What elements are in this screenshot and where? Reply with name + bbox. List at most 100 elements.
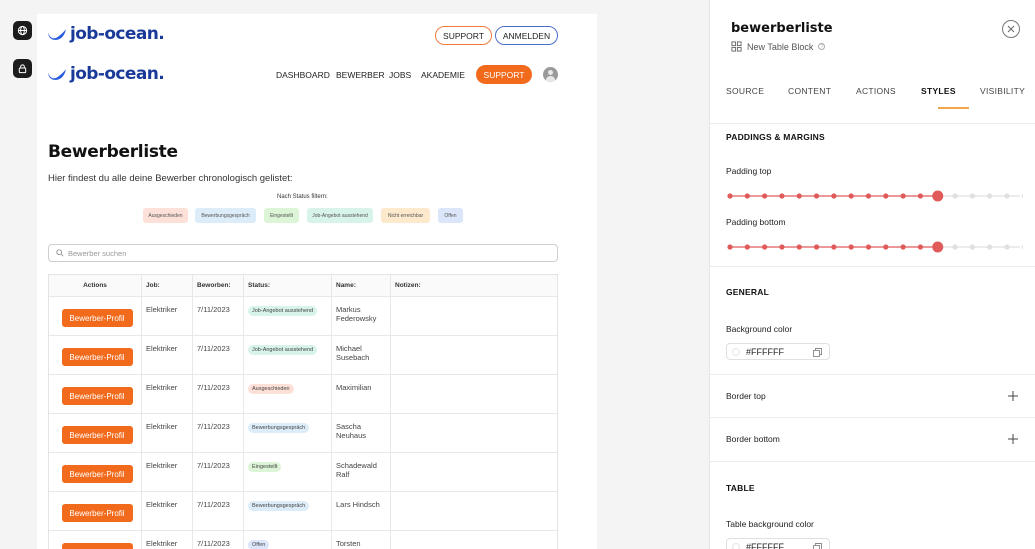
name-cell: Torsten bbox=[332, 531, 391, 549]
filter-chip-ausgeschieden[interactable]: Ausgeschieden bbox=[143, 208, 188, 223]
divider bbox=[710, 374, 1035, 375]
section-paddings: PADDINGS & MARGINS bbox=[726, 132, 825, 142]
nav-logo[interactable]: job-ocean. bbox=[47, 64, 165, 84]
filter-chip-job-angebot[interactable]: Job-Angebot ausstehend bbox=[307, 208, 373, 223]
panel-title: bewerberliste bbox=[731, 21, 833, 36]
color-swatch[interactable] bbox=[732, 347, 740, 356]
padding-bottom-label: Padding bottom bbox=[726, 217, 786, 227]
bg-color-field[interactable]: #FFFFFF bbox=[726, 343, 830, 360]
search-placeholder: Bewerber suchen bbox=[68, 248, 127, 258]
profile-button[interactable]: Bewerber-Profil bbox=[61, 387, 133, 405]
profile-button[interactable]: Bewerber-Profil bbox=[61, 465, 133, 483]
copy-icon[interactable] bbox=[813, 348, 822, 357]
status-badge: Bewerbungsgespräch bbox=[248, 423, 310, 433]
tab-content[interactable]: CONTENT bbox=[788, 86, 831, 96]
status-cell: Offen bbox=[244, 531, 332, 549]
slider-dot bbox=[813, 193, 820, 199]
search-input[interactable]: Bewerber suchen bbox=[48, 244, 558, 262]
search-icon bbox=[56, 249, 64, 257]
filter-chip-bewerbungsgespraech[interactable]: Bewerbungsgespräch bbox=[195, 208, 256, 223]
filter-chip-eingestellt[interactable]: Eingestellt bbox=[264, 208, 299, 223]
profile-button[interactable]: Bewerber-Profil bbox=[61, 543, 133, 549]
table-bg-color-field[interactable]: #FFFFFF bbox=[726, 538, 830, 549]
padding-bottom-slider[interactable] bbox=[727, 241, 1023, 253]
close-icon bbox=[1007, 25, 1015, 33]
login-button[interactable]: ANMELDEN bbox=[495, 26, 558, 45]
notes-cell bbox=[391, 492, 557, 530]
profile-button[interactable]: Bewerber-Profil bbox=[61, 309, 133, 327]
globe-icon[interactable] bbox=[13, 21, 32, 40]
slider-dot bbox=[883, 244, 889, 250]
slider-dot bbox=[796, 193, 802, 199]
nav-bewerber[interactable]: BEWERBER bbox=[336, 70, 385, 80]
page-title: Bewerberliste bbox=[48, 142, 178, 162]
slider-dot bbox=[779, 193, 785, 199]
slider-dot bbox=[865, 193, 872, 199]
add-border-bottom-icon[interactable] bbox=[1008, 434, 1018, 444]
date-cell: 7/11/2023 bbox=[193, 492, 244, 530]
job-cell: Elektriker bbox=[142, 453, 193, 491]
tab-source[interactable]: SOURCE bbox=[726, 86, 764, 96]
date-cell: 7/11/2023 bbox=[193, 453, 244, 491]
slider-dot bbox=[917, 244, 924, 250]
status-cell: Bewerbungsgespräch bbox=[244, 414, 332, 452]
job-cell: Elektriker bbox=[142, 531, 193, 549]
filter-chip-offen[interactable]: Offen bbox=[438, 208, 463, 223]
actions-cell: Bewerber-Profil bbox=[49, 453, 142, 491]
slider-dot bbox=[848, 244, 854, 250]
section-table: TABLE bbox=[726, 483, 755, 493]
color-swatch[interactable] bbox=[732, 542, 740, 549]
filter-chip-nicht-erreichbar[interactable]: Nicht erreichbar bbox=[381, 208, 430, 223]
date-cell: 7/11/2023 bbox=[193, 531, 244, 549]
col-header-name: Name: bbox=[332, 275, 391, 296]
notes-cell bbox=[391, 297, 557, 335]
table-bg-label: Table background color bbox=[726, 519, 814, 529]
profile-button[interactable]: Bewerber-Profil bbox=[61, 426, 133, 444]
table-row: Bewerber-Profil Elektriker 7/11/2023 Ausges… bbox=[49, 375, 557, 414]
col-header-date: Beworben: bbox=[193, 275, 244, 296]
page-subtitle: Hier findest du alle deine Bewerber chro… bbox=[48, 173, 293, 184]
status-cell: Job-Angebot ausstehend bbox=[244, 297, 332, 335]
nav-dashboard[interactable]: DASHBOARD bbox=[276, 70, 330, 80]
slider-dot bbox=[952, 244, 958, 250]
settings-panel: bewerberliste New Table Block ? SOURCE C… bbox=[709, 0, 1035, 549]
close-button[interactable] bbox=[1002, 20, 1020, 38]
copy-icon[interactable] bbox=[813, 543, 822, 549]
avatar[interactable] bbox=[543, 67, 558, 82]
support-button[interactable]: SUPPORT bbox=[435, 26, 492, 45]
wave-icon bbox=[48, 29, 66, 40]
status-cell: Ausgeschieden bbox=[244, 375, 332, 413]
slider-thumb[interactable] bbox=[932, 190, 944, 202]
slider-dot bbox=[744, 193, 750, 199]
name-cell: Sascha Neuhaus bbox=[332, 414, 391, 452]
add-border-top-icon[interactable] bbox=[1008, 391, 1018, 401]
date-cell: 7/11/2023 bbox=[193, 297, 244, 335]
logo[interactable]: job-ocean. bbox=[47, 24, 165, 44]
info-icon[interactable]: ? bbox=[818, 43, 826, 50]
slider-thumb[interactable] bbox=[932, 241, 944, 253]
profile-button[interactable]: Bewerber-Profil bbox=[61, 504, 133, 522]
profile-button[interactable]: Bewerber-Profil bbox=[61, 348, 133, 366]
tab-visibility[interactable]: VISIBILITY bbox=[980, 86, 1025, 96]
status-badge: Job-Angebot ausstehend bbox=[248, 345, 318, 355]
slider-dot bbox=[744, 244, 750, 250]
slider-dot bbox=[762, 193, 768, 199]
job-cell: Elektriker bbox=[142, 297, 193, 335]
slider-dot bbox=[762, 244, 768, 250]
tab-actions[interactable]: ACTIONS bbox=[856, 86, 896, 96]
divider bbox=[710, 417, 1035, 418]
padding-top-slider[interactable] bbox=[727, 190, 1023, 202]
slider-dot bbox=[831, 244, 837, 250]
slider-dot bbox=[900, 244, 906, 250]
nav-akademie[interactable]: AKADEMIE bbox=[421, 70, 465, 80]
name-cell: Lars Hindsch bbox=[332, 492, 391, 530]
table-bg-color-value: #FFFFFF bbox=[746, 541, 784, 549]
date-cell: 7/11/2023 bbox=[193, 336, 244, 374]
lock-icon[interactable] bbox=[13, 59, 32, 78]
col-header-status: Status: bbox=[244, 275, 332, 296]
nav-jobs[interactable]: JOBS bbox=[389, 70, 411, 80]
tab-styles[interactable]: STYLES bbox=[921, 86, 956, 96]
name-cell: Markus Federowsky bbox=[332, 297, 391, 335]
job-cell: Elektriker bbox=[142, 336, 193, 374]
nav-support-button[interactable]: SUPPORT bbox=[476, 65, 532, 84]
